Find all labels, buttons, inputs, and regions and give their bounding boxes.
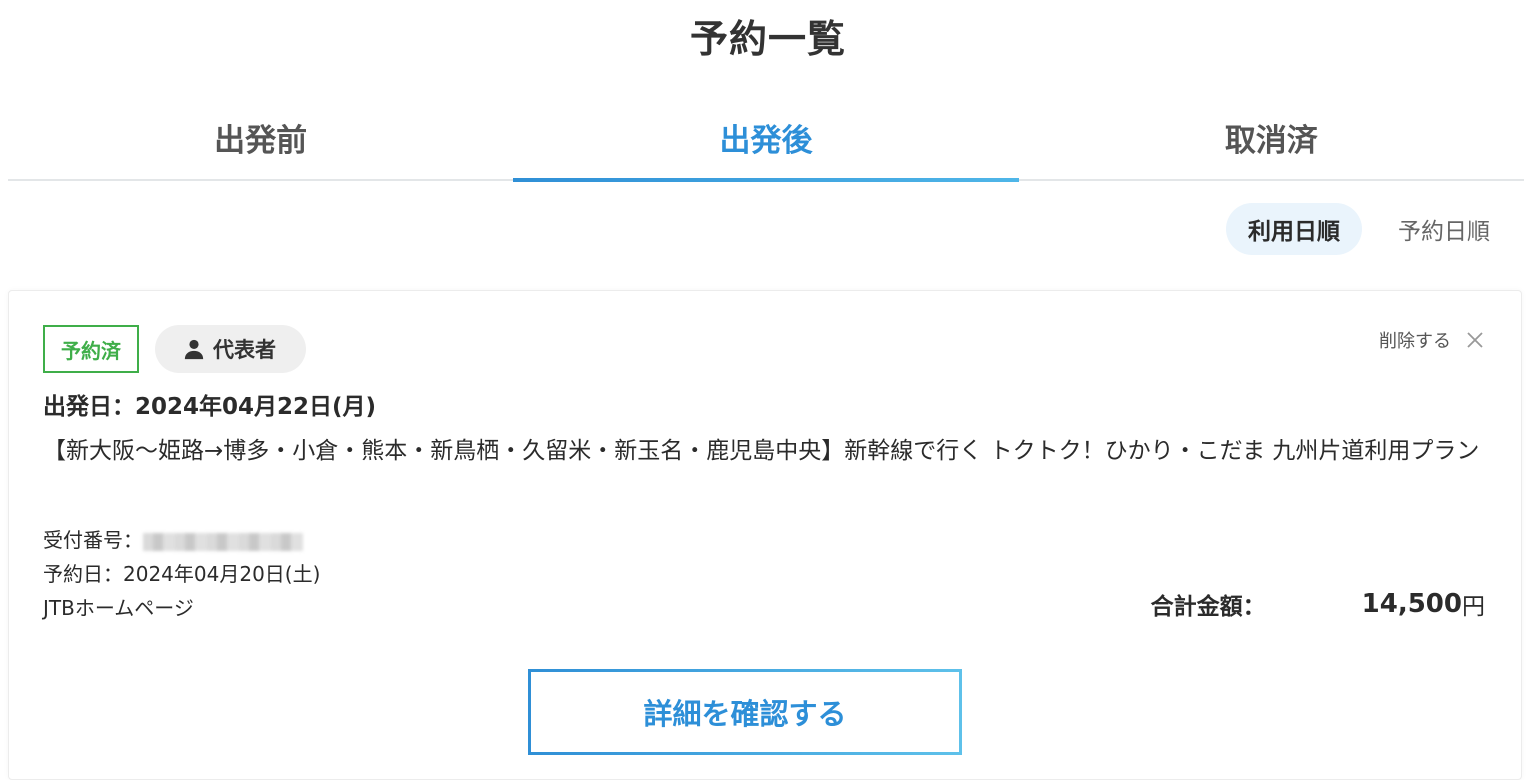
booking-channel: JTBホームページ bbox=[43, 596, 194, 620]
close-icon bbox=[1467, 332, 1483, 348]
view-details-button[interactable]: 詳細を確認する bbox=[528, 669, 962, 755]
delete-label: 削除する bbox=[1379, 331, 1451, 352]
tab-before-departure[interactable]: 出発前 bbox=[8, 95, 513, 179]
person-icon bbox=[184, 339, 204, 360]
tab-after-departure[interactable]: 出発後 bbox=[513, 95, 1019, 182]
status-badge: 予約済 bbox=[43, 325, 139, 373]
reservation-date: 予約日：2024年04月20日(土) bbox=[43, 562, 321, 586]
page-title: 予約一覧 bbox=[689, 17, 846, 61]
total-amount: 14,500 bbox=[1361, 589, 1462, 619]
sort-by-use-date-button[interactable]: 利用日順 bbox=[1226, 203, 1362, 255]
reservation-meta: 受付番号： 予約日：2024年04月20日(土) JTBホームページ bbox=[43, 523, 320, 625]
tab-cancelled[interactable]: 取消済 bbox=[1019, 95, 1524, 179]
plan-title: 【新大阪〜姫路→博多・小倉・熊本・新鳥栖・久留米・新玉名・鹿児島中央】新幹線で行… bbox=[43, 438, 1480, 464]
representative-badge: 代表者 bbox=[155, 325, 306, 373]
total-amount-row: 合計金額： 14,500 円 bbox=[1151, 587, 1485, 621]
delete-button[interactable]: 削除する bbox=[1379, 327, 1485, 353]
sort-bar: 利用日順 予約日順 bbox=[1226, 203, 1512, 255]
representative-label: 代表者 bbox=[213, 338, 276, 362]
receipt-number-redacted bbox=[143, 532, 303, 551]
departure-date: 出発日：2024年04月22日(月) bbox=[43, 394, 377, 420]
sort-by-reservation-date-button[interactable]: 予約日順 bbox=[1376, 203, 1512, 255]
receipt-number-row: 受付番号： bbox=[43, 523, 320, 557]
total-label: 合計金額： bbox=[1150, 594, 1266, 620]
reservation-tabs: 出発前 出発後 取消済 bbox=[8, 95, 1524, 182]
reservation-card: 予約済 代表者 削除する 出発日：2024年04月22日(月) 【新大阪〜姫路→… bbox=[8, 290, 1522, 780]
badge-row: 予約済 代表者 bbox=[43, 325, 306, 373]
total-unit: 円 bbox=[1462, 594, 1485, 620]
receipt-number-label: 受付番号： bbox=[43, 528, 143, 552]
